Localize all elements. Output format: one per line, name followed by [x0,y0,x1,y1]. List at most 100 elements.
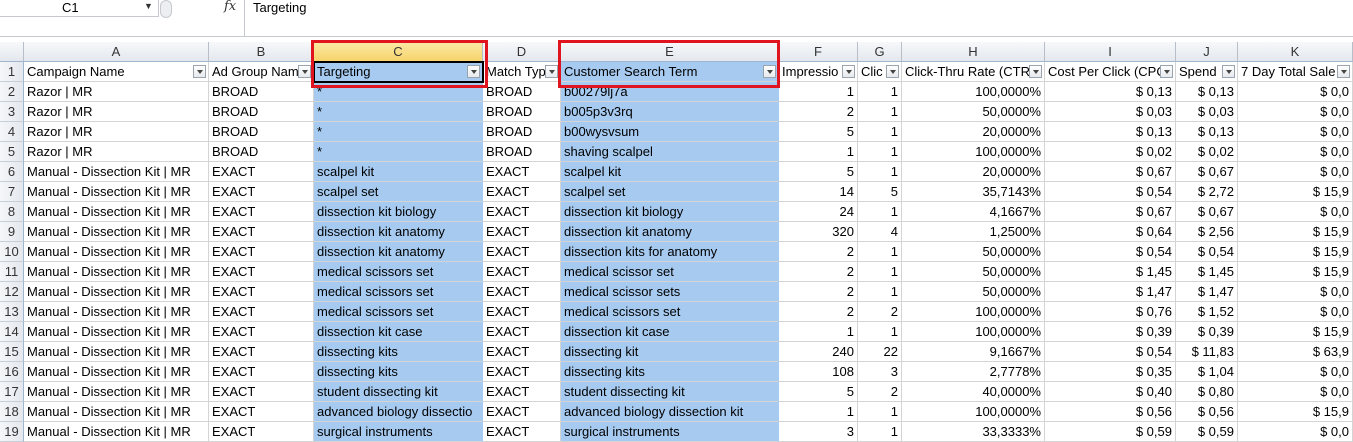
cell-a12[interactable]: Manual - Dissection Kit | MR [24,282,209,302]
cell-a8[interactable]: Manual - Dissection Kit | MR [24,202,209,222]
column-header-g[interactable]: G [858,42,902,62]
row-header-5[interactable]: 5 [0,142,24,162]
cell-h3[interactable]: 50,0000% [902,102,1045,122]
cell-e12[interactable]: medical scissor sets [561,282,779,302]
cell-c2[interactable]: * [314,82,483,102]
cell-j14[interactable]: $ 0,39 [1176,322,1238,342]
cell-c11[interactable]: medical scissors set [314,262,483,282]
cell-c7[interactable]: scalpel set [314,182,483,202]
cell-e9[interactable]: dissection kit anatomy [561,222,779,242]
row-header-9[interactable]: 9 [0,222,24,242]
cell-a17[interactable]: Manual - Dissection Kit | MR [24,382,209,402]
cell-b6[interactable]: EXACT [209,162,314,182]
cell-h9[interactable]: 1,2500% [902,222,1045,242]
cell-f10[interactable]: 2 [779,242,858,262]
cell-h14[interactable]: 100,0000% [902,322,1045,342]
cell-d5[interactable]: BROAD [483,142,561,162]
cell-e5[interactable]: shaving scalpel [561,142,779,162]
cell-d15[interactable]: EXACT [483,342,561,362]
cell-f7[interactable]: 14 [779,182,858,202]
cell-b10[interactable]: EXACT [209,242,314,262]
cell-d17[interactable]: EXACT [483,382,561,402]
cell-a5[interactable]: Razor | MR [24,142,209,162]
cell-g12[interactable]: 1 [858,282,902,302]
cell-i3[interactable]: $ 0,03 [1045,102,1176,122]
cell-c10[interactable]: dissection kit anatomy [314,242,483,262]
cell-e6[interactable]: scalpel kit [561,162,779,182]
cell-k8[interactable]: $ 0,0 [1238,202,1353,222]
cell-e4[interactable]: b00wysvsum [561,122,779,142]
cell-g10[interactable]: 1 [858,242,902,262]
cell-b7[interactable]: EXACT [209,182,314,202]
cell-f19[interactable]: 3 [779,422,858,442]
cell-c12[interactable]: medical scissors set [314,282,483,302]
cell-h6[interactable]: 20,0000% [902,162,1045,182]
cell-a19[interactable]: Manual - Dissection Kit | MR [24,422,209,442]
cell-e8[interactable]: dissection kit biology [561,202,779,222]
cell-d8[interactable]: EXACT [483,202,561,222]
cell-k13[interactable]: $ 0,0 [1238,302,1353,322]
row-header-1[interactable]: 1 [0,62,24,82]
cell-k3[interactable]: $ 0,0 [1238,102,1353,122]
cell-d14[interactable]: EXACT [483,322,561,342]
cell-f6[interactable]: 5 [779,162,858,182]
cell-d9[interactable]: EXACT [483,222,561,242]
row-header-12[interactable]: 12 [0,282,24,302]
cell-j16[interactable]: $ 1,04 [1176,362,1238,382]
cell-g18[interactable]: 1 [858,402,902,422]
column-header-c[interactable]: C [314,42,483,62]
cell-e3[interactable]: b005p3v3rq [561,102,779,122]
column-header-i[interactable]: I [1045,42,1176,62]
cell-b9[interactable]: EXACT [209,222,314,242]
cell-g13[interactable]: 2 [858,302,902,322]
cell-c6[interactable]: scalpel kit [314,162,483,182]
cell-f13[interactable]: 2 [779,302,858,322]
cell-i9[interactable]: $ 0,64 [1045,222,1176,242]
cell-j12[interactable]: $ 1,47 [1176,282,1238,302]
cell-c19[interactable]: surgical instruments [314,422,483,442]
cell-f5[interactable]: 1 [779,142,858,162]
cell-j19[interactable]: $ 0,59 [1176,422,1238,442]
cell-e11[interactable]: medical scissor set [561,262,779,282]
cell-i19[interactable]: $ 0,59 [1045,422,1176,442]
column-header-d[interactable]: D [483,42,561,62]
cell-g6[interactable]: 1 [858,162,902,182]
header-cell-h[interactable]: Click-Thru Rate (CTR [902,62,1045,82]
filter-dropdown-icon[interactable] [298,65,311,78]
column-header-k[interactable]: K [1238,42,1353,62]
cell-i6[interactable]: $ 0,67 [1045,162,1176,182]
cell-h15[interactable]: 9,1667% [902,342,1045,362]
cell-b13[interactable]: EXACT [209,302,314,322]
cell-g11[interactable]: 1 [858,262,902,282]
cell-d2[interactable]: BROAD [483,82,561,102]
column-header-j[interactable]: J [1176,42,1238,62]
cell-h10[interactable]: 50,0000% [902,242,1045,262]
header-cell-i[interactable]: Cost Per Click (CPC [1045,62,1176,82]
cell-k6[interactable]: $ 0,0 [1238,162,1353,182]
cell-j2[interactable]: $ 0,13 [1176,82,1238,102]
row-header-4[interactable]: 4 [0,122,24,142]
cell-d13[interactable]: EXACT [483,302,561,322]
cell-h4[interactable]: 20,0000% [902,122,1045,142]
cell-h2[interactable]: 100,0000% [902,82,1045,102]
cell-k2[interactable]: $ 0,0 [1238,82,1353,102]
cell-f9[interactable]: 320 [779,222,858,242]
cell-c14[interactable]: dissection kit case [314,322,483,342]
row-header-6[interactable]: 6 [0,162,24,182]
cell-e18[interactable]: advanced biology dissection kit [561,402,779,422]
cell-a2[interactable]: Razor | MR [24,82,209,102]
formula-input[interactable]: Targeting [244,0,1353,36]
cell-c5[interactable]: * [314,142,483,162]
cell-j10[interactable]: $ 0,54 [1176,242,1238,262]
row-header-19[interactable]: 19 [0,422,24,442]
cell-a14[interactable]: Manual - Dissection Kit | MR [24,322,209,342]
cell-i7[interactable]: $ 0,54 [1045,182,1176,202]
cell-f18[interactable]: 1 [779,402,858,422]
cell-k18[interactable]: $ 15,9 [1238,402,1353,422]
header-cell-e[interactable]: Customer Search Term [561,62,779,82]
cell-d12[interactable]: EXACT [483,282,561,302]
row-header-13[interactable]: 13 [0,302,24,322]
row-header-3[interactable]: 3 [0,102,24,122]
cell-j18[interactable]: $ 0,56 [1176,402,1238,422]
cell-f3[interactable]: 2 [779,102,858,122]
